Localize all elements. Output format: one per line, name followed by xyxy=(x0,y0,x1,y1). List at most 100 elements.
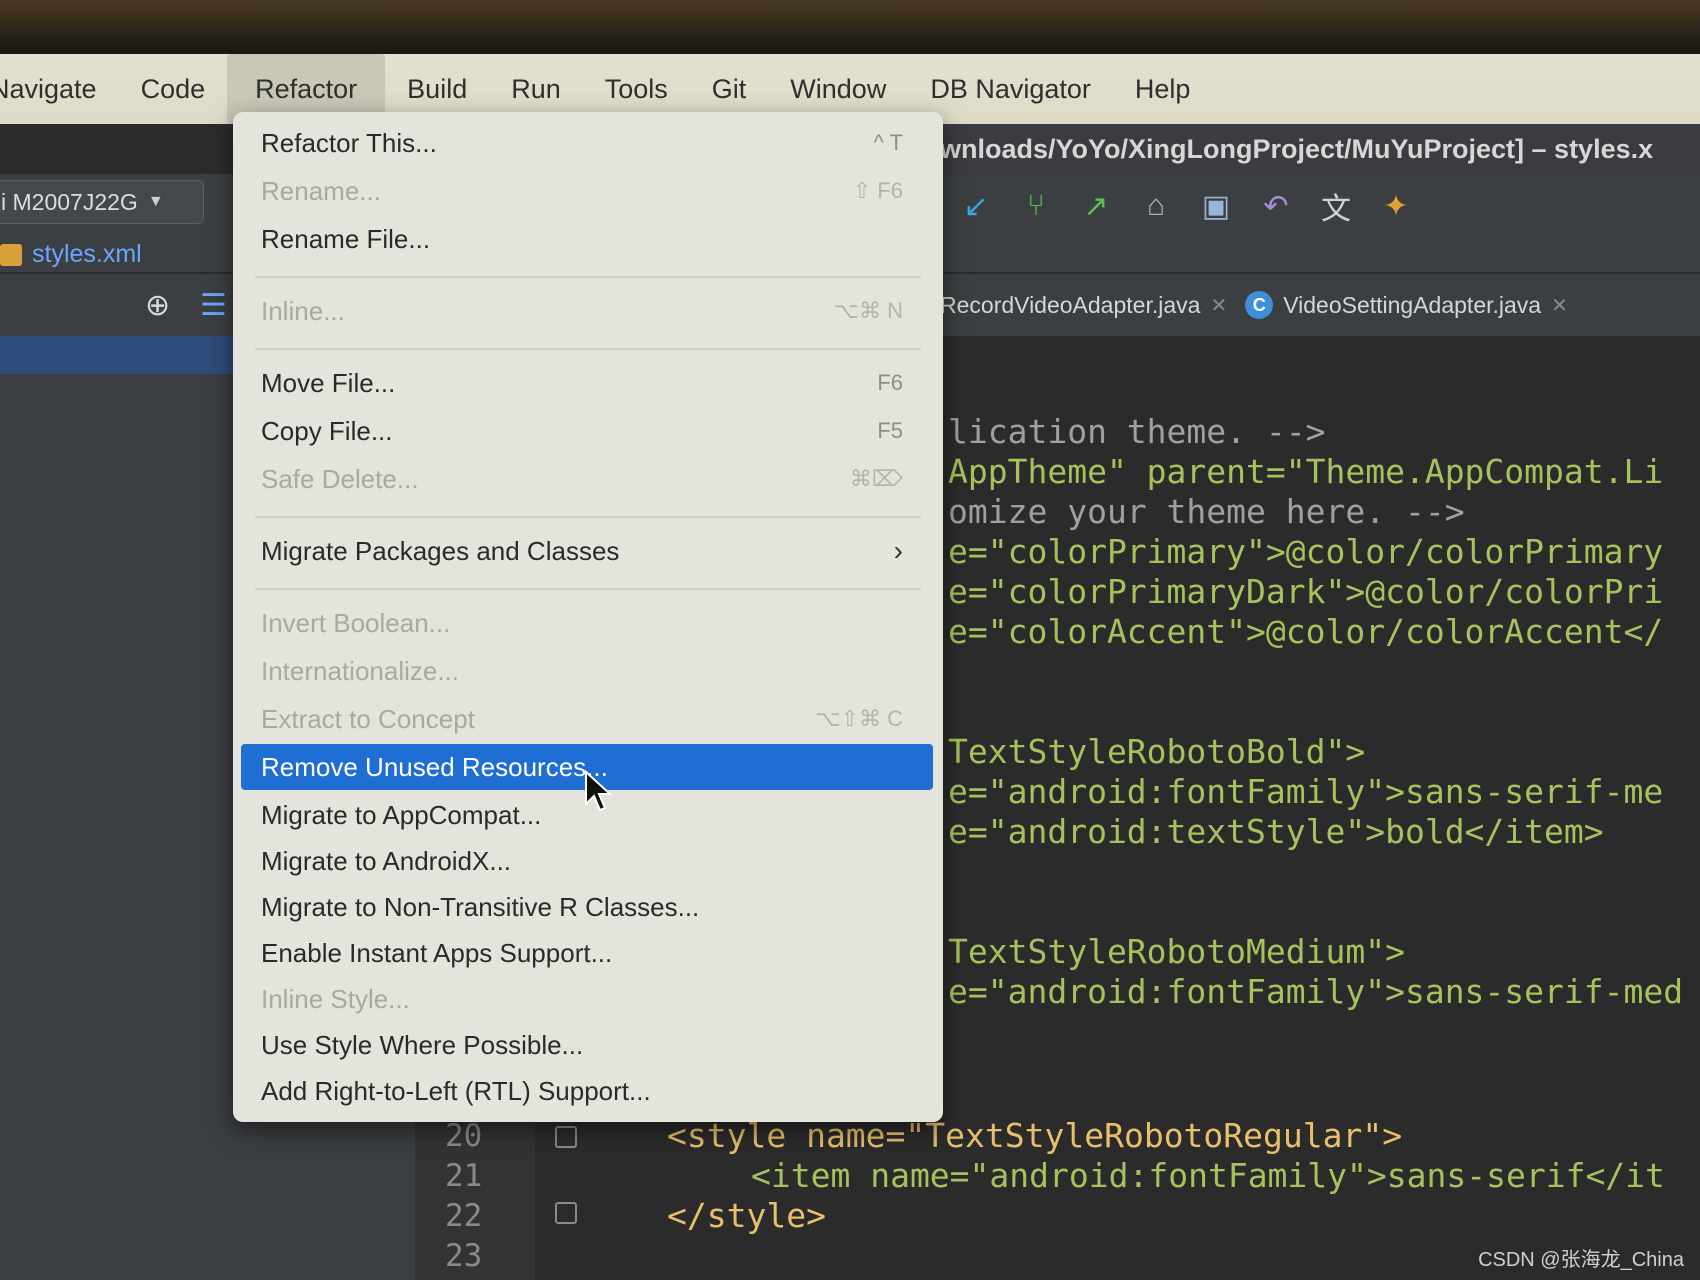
menu-item-label: Enable Instant Apps Support... xyxy=(261,937,613,968)
menu-item-label: Migrate to AndroidX... xyxy=(261,845,512,876)
line-number: 23 xyxy=(445,1238,483,1274)
menu-item-extract-to-concept[interactable]: Extract to Concept ⌥⇧⌘ C xyxy=(233,696,943,742)
line-number: 22 xyxy=(445,1198,483,1234)
git-update-icon[interactable]: ↙ xyxy=(958,189,994,224)
editor-tabs: RecordVideoAdapter.java ✕ C VideoSetting… xyxy=(940,274,1700,336)
chevron-down-icon: ▼ xyxy=(147,193,164,210)
shortcut-label: ⌥⌘ N xyxy=(833,298,903,323)
menu-help[interactable]: Help xyxy=(1113,54,1213,124)
code-line: lication theme. --> xyxy=(948,412,1326,451)
translate-icon[interactable]: 文 xyxy=(1318,184,1354,228)
menu-separator xyxy=(255,516,921,518)
code-line: omize your theme here. --> xyxy=(948,492,1465,531)
tab-video-setting-adapter[interactable]: C VideoSettingAdapter.java ✕ xyxy=(1245,291,1568,319)
menu-item-copy-file[interactable]: Copy File... F5 xyxy=(233,408,943,454)
code-line: TextStyleRobotoBold"> xyxy=(948,732,1366,771)
menu-item-migrate-packages[interactable]: Migrate Packages and Classes › xyxy=(233,528,943,574)
menu-item-move-file[interactable]: Move File... F6 xyxy=(233,360,943,406)
menu-item-label: Copy File... xyxy=(261,415,393,446)
menu-separator xyxy=(255,276,921,278)
git-branch-icon[interactable]: ⑂ xyxy=(1018,189,1054,223)
vcs-toolbar: ↙ ⑂ ↗ ⌂ ▣ ↶ 文 ✦ xyxy=(958,184,1414,228)
code-line: e="colorPrimaryDark">@color/colorPri xyxy=(948,572,1664,611)
window-title-text: wnloads/YoYo/XingLongProject/MuYuProject… xyxy=(940,133,1654,164)
project-selected-row[interactable] xyxy=(0,336,240,374)
code-line: <item name="android:fontFamily">sans-ser… xyxy=(751,1156,1665,1195)
fold-icon[interactable] xyxy=(555,1126,577,1148)
screen-bezel xyxy=(0,0,1700,54)
menu-separator xyxy=(255,588,921,590)
menu-item-label: Invert Boolean... xyxy=(261,607,451,638)
breadcrumb[interactable]: styles.xml xyxy=(0,240,142,269)
menu-item-label: Inline... xyxy=(261,295,345,326)
menu-item-refactor-this[interactable]: Refactor This... ^ T xyxy=(233,120,943,166)
close-icon[interactable]: ✕ xyxy=(1551,293,1568,318)
collapse-icon[interactable]: ☰ xyxy=(200,288,227,323)
menu-item-inline[interactable]: Inline... ⌥⌘ N xyxy=(233,288,943,334)
menu-item-safe-delete[interactable]: Safe Delete... ⌘⌦ xyxy=(233,456,943,502)
git-history-icon[interactable]: ⌂ xyxy=(1138,189,1174,223)
menu-item-label: Move File... xyxy=(261,367,396,398)
menu-item-migrate-androidx[interactable]: Migrate to AndroidX... xyxy=(233,838,943,884)
menu-item-label: Internationalize... xyxy=(261,655,460,686)
menu-code[interactable]: Code xyxy=(119,54,228,124)
menu-item-label: Migrate Packages and Classes xyxy=(261,535,620,566)
code-line: e="android:fontFamily">sans-serif-med xyxy=(948,972,1684,1011)
shortcut-label: F5 xyxy=(877,418,903,443)
menu-item-inline-style[interactable]: Inline Style... xyxy=(233,976,943,1022)
code-line: </style> xyxy=(667,1196,826,1235)
crosshair-icon[interactable]: ⊕ xyxy=(145,288,170,323)
menu-item-add-rtl-support[interactable]: Add Right-to-Left (RTL) Support... xyxy=(233,1068,943,1114)
shortcut-label: ⌘⌦ xyxy=(849,466,903,491)
refactor-menu: Refactor This... ^ T Rename... ⇧ F6 Rena… xyxy=(233,112,943,1122)
line-number: 20 xyxy=(445,1118,483,1154)
fold-icon[interactable] xyxy=(555,1202,577,1224)
code-line: e="colorAccent">@color/colorAccent</ xyxy=(948,612,1664,651)
shortcut-label: ⇧ F6 xyxy=(852,178,903,203)
menu-separator xyxy=(255,348,921,350)
menu-item-use-style-where-possible[interactable]: Use Style Where Possible... xyxy=(233,1022,943,1068)
settings-tool-icon[interactable]: ✦ xyxy=(1378,189,1414,224)
mouse-pointer-icon xyxy=(585,770,613,812)
git-push-icon[interactable]: ↗ xyxy=(1078,189,1114,224)
watermark: CSDN @张海龙_China xyxy=(1478,1249,1684,1271)
code-line: AppTheme" parent="Theme.AppCompat.Li xyxy=(948,452,1664,491)
breadcrumb-file: styles.xml xyxy=(32,240,142,268)
menu-item-label: Refactor This... xyxy=(261,127,437,158)
menu-item-rename[interactable]: Rename... ⇧ F6 xyxy=(233,168,943,214)
menu-item-label: Rename File... xyxy=(261,223,431,254)
line-number: 21 xyxy=(445,1158,483,1194)
menu-item-rename-file[interactable]: Rename File... xyxy=(233,216,943,262)
code-line: e="android:fontFamily">sans-serif-me xyxy=(948,772,1664,811)
undo-icon[interactable]: ↶ xyxy=(1258,189,1294,224)
tab-label: VideoSettingAdapter.java xyxy=(1283,291,1542,318)
code-line: TextStyleRobotoMedium"> xyxy=(948,932,1405,971)
menu-item-invert-boolean[interactable]: Invert Boolean... xyxy=(233,600,943,646)
menu-item-label: Use Style Where Possible... xyxy=(261,1029,584,1060)
git-compare-icon[interactable]: ▣ xyxy=(1198,189,1234,224)
menu-item-label: Rename... xyxy=(261,175,381,206)
menu-item-internationalize[interactable]: Internationalize... xyxy=(233,648,943,694)
shortcut-label: F6 xyxy=(877,370,903,395)
close-icon[interactable]: ✕ xyxy=(1210,293,1227,318)
xml-file-icon xyxy=(0,243,22,266)
tab-label: RecordVideoAdapter.java xyxy=(940,291,1201,318)
menu-item-label: Inline Style... xyxy=(261,983,410,1014)
menu-item-label: Migrate to AppCompat... xyxy=(261,799,542,830)
menu-navigate[interactable]: Navigate xyxy=(0,54,119,124)
shortcut-label: ⌥⇧⌘ C xyxy=(815,706,903,731)
code-line: e="colorPrimary">@color/colorPrimary xyxy=(948,532,1664,571)
device-selector[interactable]: i M2007J22G ▼ xyxy=(0,180,204,224)
device-name: i M2007J22G xyxy=(1,188,138,215)
menu-item-enable-instant-apps[interactable]: Enable Instant Apps Support... xyxy=(233,930,943,976)
class-icon: C xyxy=(1245,291,1274,319)
menu-item-label: Safe Delete... xyxy=(261,463,419,494)
window-title: wnloads/YoYo/XingLongProject/MuYuProject… xyxy=(940,124,1700,174)
project-toolbar: ⊕ ☰ xyxy=(0,274,240,336)
tab-record-video-adapter[interactable]: RecordVideoAdapter.java ✕ xyxy=(940,292,1227,319)
code-line: e="android:textStyle">bold</item> xyxy=(948,812,1604,851)
menu-item-migrate-non-transitive-r[interactable]: Migrate to Non-Transitive R Classes... xyxy=(233,884,943,930)
menu-item-label: Remove Unused Resources... xyxy=(261,751,608,782)
menu-item-label: Add Right-to-Left (RTL) Support... xyxy=(261,1075,651,1106)
menu-item-label: Migrate to Non-Transitive R Classes... xyxy=(261,891,700,922)
